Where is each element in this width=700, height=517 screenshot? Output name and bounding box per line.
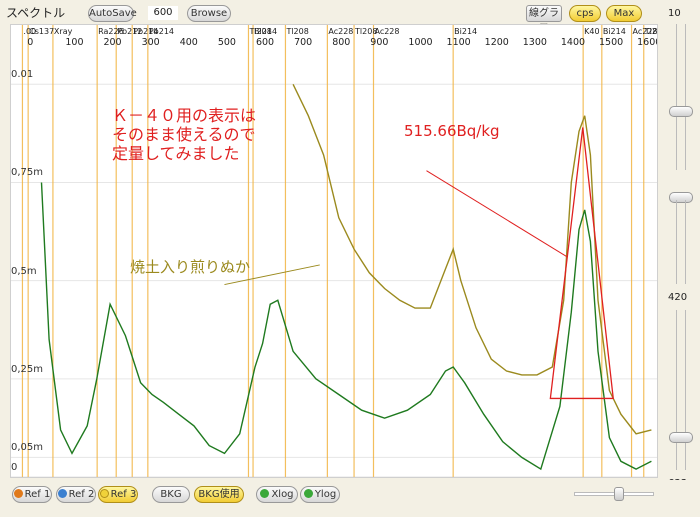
annotation-note: Ｋ－４０用の表示は そのまま使えるので 定量してみました <box>112 106 256 163</box>
x-tick-label: 1300 <box>523 37 547 48</box>
nuclide-label: Ac228 <box>328 27 353 36</box>
x-tick-label: 900 <box>370 37 388 48</box>
x-tick-label: 300 <box>142 37 160 48</box>
x-tick-label: 600 <box>256 37 274 48</box>
spectrum-chart: 0 100 200 300 400 500 600 700 800 900 1000 1100 1200… <box>11 25 658 477</box>
window-title: スペクトル <box>6 6 66 20</box>
activity-pointer-line <box>426 170 568 258</box>
xlog-dot-icon <box>260 489 270 498</box>
y-tick-label: 0,5m <box>11 265 37 277</box>
x-tick-label: 400 <box>180 37 198 48</box>
activity-annotation: 515.66Bq/kg <box>404 122 500 140</box>
nuclide-label: Tl208 <box>644 27 658 36</box>
autosave-interval-field[interactable]: 600 <box>148 6 178 20</box>
upper-scale-slider[interactable] <box>676 24 686 170</box>
mid-scale-slider[interactable] <box>676 200 686 284</box>
annotation-note-line-2: そのまま使えるので <box>112 125 256 144</box>
y-tick-label: 0.01 <box>11 69 34 81</box>
xlog-button[interactable]: Xlog <box>256 486 298 503</box>
xlog-label: Xlog <box>271 489 294 500</box>
ref1-dot-icon <box>13 489 23 498</box>
browse-button[interactable]: Browse <box>187 5 231 22</box>
autosave-button[interactable]: AutoSave <box>88 5 137 22</box>
nuclide-label: Tl208 <box>248 27 271 36</box>
x-tick-label: 200 <box>103 37 121 48</box>
x-tick-label: 1100 <box>447 37 471 48</box>
max-toggle[interactable]: Max <box>606 5 642 22</box>
y-tick-label: 0 <box>11 462 18 473</box>
x-tick-label: 500 <box>218 37 236 48</box>
x-tick-label: 1000 <box>408 37 432 48</box>
lower-scale-slider-knob[interactable] <box>669 432 693 443</box>
ylog-label: Ylog <box>314 489 337 500</box>
spectrum-plot-area[interactable]: 0 100 200 300 400 500 600 700 800 900 1000 1100 1200… <box>10 24 658 478</box>
nuclide-label: Bi214 <box>454 27 477 36</box>
line-graph-button[interactable]: 線グラフ <box>526 5 562 34</box>
ref3-button[interactable]: Ref 3 <box>98 486 138 503</box>
annotation-note-line-3: 定量してみました <box>112 144 240 163</box>
ref1-button[interactable]: Ref 1 <box>12 486 52 503</box>
x-tick-label: 100 <box>65 37 83 48</box>
nuclide-label: Pb214 <box>149 27 174 36</box>
k40-area-triangle <box>549 127 614 400</box>
y-tick-label: 0,05m <box>11 442 44 454</box>
upper-scale-slider-knob[interactable] <box>669 106 693 117</box>
scale-mid-value: 420 <box>668 292 688 303</box>
nuclide-label: Tl208 <box>285 27 308 36</box>
ref1-label: Ref 1 <box>24 489 51 500</box>
nuclide-label: Bi214 <box>603 27 626 36</box>
horizontal-slider-knob[interactable] <box>614 487 624 501</box>
scale-top-value: 10 <box>668 8 681 19</box>
nuclide-label: Xray <box>54 27 73 36</box>
nuclide-label: Cs137 <box>29 27 54 36</box>
x-tick-label: 0 <box>27 37 33 48</box>
ylog-button[interactable]: Ylog <box>300 486 340 503</box>
lower-scale-slider[interactable] <box>676 310 686 470</box>
x-tick-label: 700 <box>294 37 312 48</box>
x-tick-label: 1400 <box>561 37 585 48</box>
ref3-label: Ref 3 <box>110 489 137 500</box>
x-tick-label: 1600 <box>637 37 658 48</box>
nuclide-label: Ac228 <box>374 27 399 36</box>
x-tick-label: 1200 <box>485 37 509 48</box>
ref2-button[interactable]: Ref 2 <box>56 486 96 503</box>
x-tick-label: 1500 <box>599 37 623 48</box>
ref3-dot-icon <box>99 489 109 498</box>
bkg-button[interactable]: BKG <box>152 486 190 503</box>
sample-annotation: 焼土入り煎りぬか <box>130 258 251 276</box>
annotation-note-line-1: Ｋ－４０用の表示は <box>112 106 257 125</box>
ref2-label: Ref 2 <box>68 489 95 500</box>
ref2-dot-icon <box>57 489 67 498</box>
bkg-use-toggle[interactable]: BKG使用 <box>194 486 244 503</box>
cps-toggle[interactable]: cps <box>569 5 601 22</box>
y-tick-label: 0,25m <box>11 363 44 375</box>
x-tick-label: 800 <box>332 37 350 48</box>
ylog-dot-icon <box>303 489 313 498</box>
y-tick-label: 0,75m <box>11 167 44 179</box>
toolbar: スペクトル AutoSave 600 Browse 線グラフ cps Max <box>0 0 700 34</box>
nuclide-label: K40 <box>584 27 599 36</box>
